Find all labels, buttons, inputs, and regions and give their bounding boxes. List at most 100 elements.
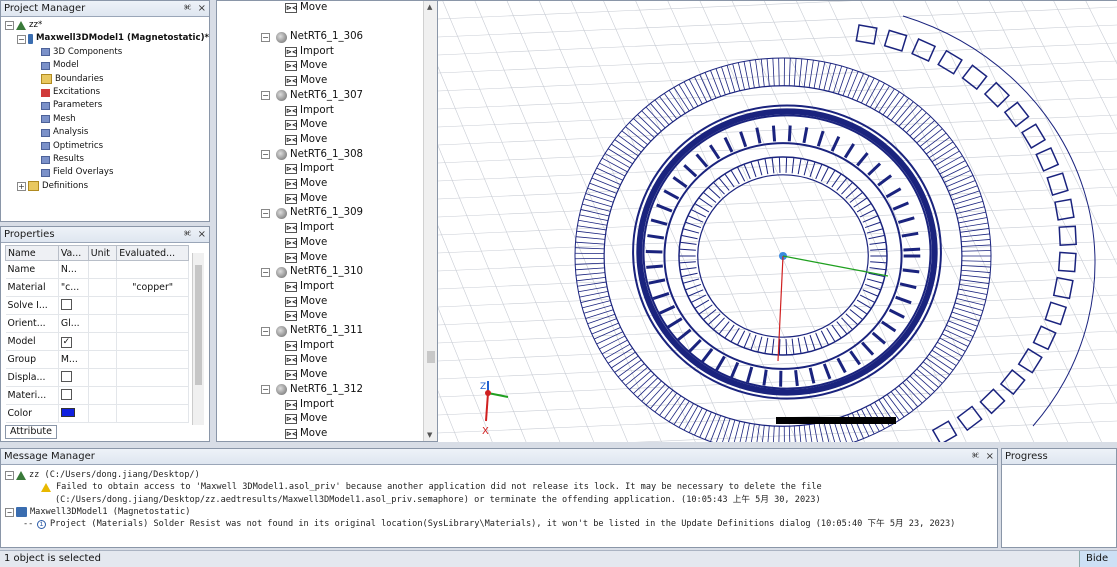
import-op[interactable]: ⊳⊲ Import [285,398,334,412]
move-op[interactable]: ⊳⊲ Move [285,353,327,367]
property-value[interactable]: N... [58,260,89,279]
pin-icon[interactable]: ⱘ [972,451,979,462]
collapse-icon[interactable]: − [5,21,14,31]
import-op[interactable]: ⊳⊲ Import [285,221,334,235]
message-info[interactable]: -- i Project (Materials) Solder Resist was… [5,518,997,530]
property-row[interactable]: Solve I... [5,296,189,315]
collapse-icon[interactable]: − [261,208,270,218]
collapse-icon[interactable]: − [261,150,270,160]
property-row[interactable]: Orient... Gl... [5,314,189,333]
collapse-icon[interactable]: − [261,91,270,101]
property-row[interactable]: Color [5,404,189,423]
column-header[interactable]: Unit [87,245,118,261]
move-op[interactable]: ⊳⊲ Move [285,295,327,309]
move-op[interactable]: ⊳⊲ Move [285,192,327,206]
history-net-item[interactable]: − NetRT6_1_309 [261,206,363,220]
tree-item-mesh[interactable]: Mesh [5,113,209,126]
tree-item-boundaries[interactable]: Boundaries [5,73,209,86]
history-scrollbar[interactable]: ▲ ▼ [423,1,437,441]
column-header[interactable]: Name [5,245,59,261]
property-row[interactable]: Name N... [5,260,189,279]
tab-attribute[interactable]: Attribute [5,425,57,439]
import-op[interactable]: ⊳⊲ Import [285,104,334,118]
import-op[interactable]: ⊳⊲ Import [285,280,334,294]
move-op[interactable]: ⊳⊲ Move [285,74,327,88]
properties-scrollbar[interactable] [192,253,204,425]
move-op[interactable]: ⊳⊲ Move [285,368,327,382]
tree-item-3d-components[interactable]: 3D Components [5,46,209,59]
tree-definitions[interactable]: + Definitions [5,180,209,193]
close-icon[interactable]: × [198,229,206,240]
move-op[interactable]: ⊳⊲ Move [285,133,327,147]
collapse-icon[interactable]: − [261,32,270,42]
move-op[interactable]: ⊳⊲ Move [285,1,327,15]
scroll-up-icon[interactable]: ▲ [427,3,432,11]
history-net-item[interactable]: − NetRT6_1_310 [261,265,363,279]
move-op[interactable]: ⊳⊲ Move [285,59,327,73]
3d-viewport[interactable]: XZ [438,0,1117,442]
collapse-icon[interactable]: − [261,326,270,336]
tree-design[interactable]: − Maxwell3DModel1 (Magnetostatic)* [5,32,209,45]
collapse-icon[interactable]: − [17,34,26,44]
scroll-thumb[interactable] [195,265,202,385]
message-project-row[interactable]: − zz (C:/Users/dong.jiang/Desktop/) [5,469,997,481]
history-net-item[interactable]: − NetRT6_1_308 [261,148,363,162]
checkbox[interactable] [60,370,72,382]
message-warning[interactable]: Failed to obtain access to 'Maxwell 3DMo… [5,481,997,493]
history-net-item[interactable]: − NetRT6_1_311 [261,324,363,338]
column-header[interactable]: Va... [57,245,89,261]
checkbox[interactable] [60,298,72,310]
property-value[interactable] [58,404,89,423]
move-op[interactable]: ⊳⊲ Move [285,177,327,191]
column-header[interactable]: Evaluated... [116,245,189,261]
tree-item-excitations[interactable]: Excitations [5,86,209,99]
property-value[interactable] [58,368,89,387]
close-icon[interactable]: × [986,451,994,462]
tree-item-results[interactable]: Results [5,153,209,166]
property-row[interactable]: Material "c... "copper" [5,278,189,297]
scroll-thumb[interactable] [427,351,435,363]
pin-icon[interactable]: ⱘ [184,3,191,14]
tree-project-root[interactable]: − zz* [5,19,209,32]
checkbox[interactable]: ✓ [60,336,72,348]
tree-item-parameters[interactable]: Parameters [5,99,209,112]
color-swatch[interactable] [60,407,75,417]
tree-item-model[interactable]: Model [5,59,209,72]
property-value[interactable]: Gl... [58,314,89,333]
message-design-row[interactable]: − Maxwell3DModel1 (Magnetostatic) [5,506,997,518]
property-row[interactable]: Model ✓ [5,332,189,351]
property-row[interactable]: Displa... [5,368,189,387]
tree-item-field-overlays[interactable]: Field Overlays [5,166,209,179]
move-op[interactable]: ⊳⊲ Move [285,236,327,250]
property-row[interactable]: Materi... [5,386,189,405]
property-value[interactable]: M... [58,350,89,369]
scroll-down-icon[interactable]: ▼ [427,431,432,439]
history-net-item[interactable]: − NetRT6_1_312 [261,383,363,397]
import-op[interactable]: ⊳⊲ Import [285,162,334,176]
collapse-icon[interactable]: − [5,507,14,517]
move-op[interactable]: ⊳⊲ Move [285,427,327,441]
move-op[interactable]: ⊳⊲ Move [285,309,327,323]
close-icon[interactable]: × [198,3,206,14]
move-op[interactable]: ⊳⊲ Move [285,118,327,132]
collapse-icon[interactable]: − [5,470,14,480]
pin-icon[interactable]: ⱘ [184,229,191,240]
property-value[interactable] [58,386,89,405]
move-op[interactable]: ⊳⊲ Move [285,251,327,265]
collapse-icon[interactable]: − [261,385,270,395]
property-value[interactable]: "c... [58,278,89,297]
checkbox[interactable] [60,388,72,400]
history-net-item[interactable]: − NetRT6_1_306 [261,30,363,44]
history-net-item[interactable]: − NetRT6_1_307 [261,89,363,103]
import-op[interactable]: ⊳⊲ Import [285,339,334,353]
tree-item-optimetrics[interactable]: Optimetrics [5,140,209,153]
property-value[interactable] [58,296,89,315]
expand-icon[interactable]: + [17,181,26,191]
status-tab[interactable]: Bide [1079,551,1117,567]
import-op[interactable]: ⊳⊲ Import [285,45,334,59]
property-value[interactable]: ✓ [58,332,89,351]
collapse-icon[interactable]: − [261,267,270,277]
move-op[interactable]: ⊳⊲ Move [285,412,327,426]
property-row[interactable]: Group M... [5,350,189,369]
model-canvas[interactable]: XZ [438,1,1117,442]
